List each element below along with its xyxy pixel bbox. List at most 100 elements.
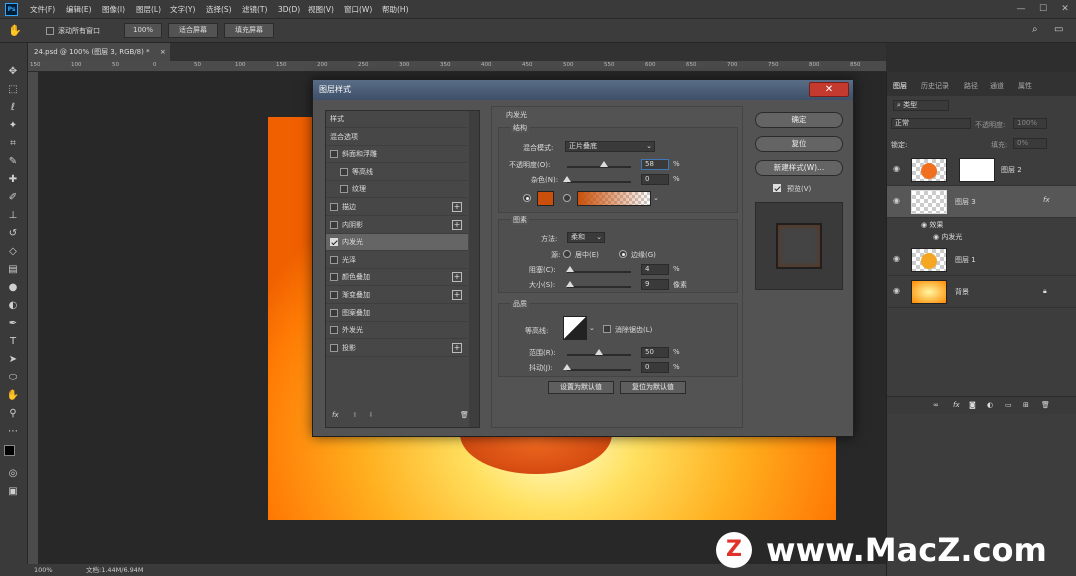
style-checkbox[interactable] bbox=[340, 185, 348, 194]
layer-row-3[interactable]: ◉ 图层 3 fx bbox=[887, 186, 1076, 218]
new-style-button[interactable]: 新建样式(W)... bbox=[755, 160, 843, 176]
delete-effect-icon[interactable]: 🗑︎ bbox=[460, 411, 469, 419]
style-item[interactable]: 斜面和浮雕 bbox=[326, 146, 468, 164]
tab-channels[interactable]: 通道 bbox=[990, 78, 1004, 94]
screen-mode-icon[interactable]: ▣ bbox=[6, 485, 20, 499]
visibility-eye-icon[interactable]: ◉ bbox=[893, 254, 903, 264]
tab-history[interactable]: 历史记录 bbox=[921, 78, 949, 94]
move-up-icon[interactable]: ⬆ bbox=[352, 411, 358, 419]
move-tool-icon[interactable]: ✥ bbox=[6, 65, 20, 79]
menu-item[interactable]: 帮助(H) bbox=[382, 0, 409, 19]
source-edge-radio[interactable] bbox=[619, 250, 627, 258]
fit-screen-button[interactable]: 适合屏幕 bbox=[168, 23, 218, 38]
menu-item[interactable]: 视图(V) bbox=[308, 0, 334, 19]
add-effect-plus-icon[interactable]: + bbox=[452, 219, 462, 230]
close-tab-icon[interactable]: × bbox=[160, 48, 166, 56]
hand-tool-icon[interactable]: ✋ bbox=[8, 24, 22, 37]
style-checkbox[interactable] bbox=[330, 291, 338, 299]
noise-slider[interactable] bbox=[563, 176, 631, 183]
fill-field[interactable]: 0% bbox=[1013, 138, 1047, 149]
style-item[interactable]: 样式 bbox=[326, 111, 468, 128]
style-item[interactable]: 等高线 bbox=[326, 164, 468, 181]
gradient-tool-icon[interactable]: ▤ bbox=[6, 263, 20, 277]
opacity-field[interactable]: 100% bbox=[1013, 118, 1047, 129]
tab-paths[interactable]: 路径 bbox=[964, 78, 978, 94]
style-checkbox[interactable] bbox=[330, 343, 338, 352]
foreground-color-swatch[interactable] bbox=[4, 445, 15, 456]
style-checkbox[interactable] bbox=[330, 220, 338, 229]
zoom-value-field[interactable]: 100% bbox=[124, 23, 162, 38]
menu-item[interactable]: 图层(L) bbox=[136, 0, 161, 19]
visibility-eye-icon[interactable]: ◉ bbox=[893, 164, 903, 174]
size-slider[interactable] bbox=[565, 281, 631, 288]
menu-item[interactable]: 3D(D) bbox=[278, 0, 300, 19]
magic-wand-tool-icon[interactable]: ✦ bbox=[6, 119, 20, 133]
style-item[interactable]: 投影 + bbox=[326, 340, 468, 357]
tab-layers[interactable]: 图层 bbox=[893, 78, 907, 94]
noise-slider-handle[interactable] bbox=[563, 176, 571, 182]
visibility-eye-icon[interactable]: ◉ bbox=[893, 196, 903, 206]
blend-mode-select[interactable]: 正片叠底 ⌄ bbox=[565, 141, 655, 152]
workspace-icon[interactable]: ▭ bbox=[1054, 24, 1063, 35]
style-checkbox[interactable] bbox=[330, 273, 338, 282]
add-mask-icon[interactable]: ◙ bbox=[969, 401, 976, 409]
choke-input[interactable]: 4 bbox=[641, 264, 669, 275]
brush-tool-icon[interactable]: ✐ bbox=[6, 191, 20, 205]
opacity-input[interactable]: 58 bbox=[641, 159, 669, 170]
shape-tool-icon[interactable]: ⬭ bbox=[6, 371, 20, 385]
hand-tool-icon[interactable]: ✋ bbox=[6, 389, 20, 403]
zoom-tool-icon[interactable]: ⚲ bbox=[6, 407, 20, 421]
style-item[interactable]: 外发光 bbox=[326, 322, 468, 340]
style-item[interactable]: 颜色叠加 + bbox=[326, 269, 468, 287]
chevron-down-icon[interactable]: ⌄ bbox=[653, 194, 659, 202]
path-selection-tool-icon[interactable]: ➤ bbox=[6, 353, 20, 367]
history-brush-tool-icon[interactable]: ↺ bbox=[6, 227, 20, 241]
status-zoom[interactable]: 100% bbox=[34, 564, 53, 576]
layer-row-1[interactable]: ◉ 图层 1 bbox=[887, 244, 1076, 276]
maximize-button[interactable]: ☐ bbox=[1034, 0, 1052, 19]
fx-badge[interactable]: fx bbox=[1043, 196, 1050, 204]
eyedropper-tool-icon[interactable]: ✎ bbox=[6, 155, 20, 169]
close-window-button[interactable]: ✕ bbox=[1056, 0, 1074, 19]
fx-menu-icon[interactable]: fx bbox=[332, 411, 339, 419]
style-checkbox[interactable] bbox=[330, 203, 338, 211]
add-effect-plus-icon[interactable]: + bbox=[452, 272, 462, 283]
lasso-tool-icon[interactable]: ℓ bbox=[6, 101, 20, 115]
crop-tool-icon[interactable]: ⌗ bbox=[6, 137, 20, 151]
pen-tool-icon[interactable]: ✒ bbox=[6, 317, 20, 331]
healing-tool-icon[interactable]: ✚ bbox=[6, 173, 20, 187]
style-item[interactable]: 光泽 bbox=[326, 252, 468, 269]
contour-picker[interactable] bbox=[563, 316, 587, 340]
opacity-slider[interactable] bbox=[567, 161, 631, 168]
blend-mode-select[interactable]: 正常 bbox=[891, 118, 971, 129]
style-item[interactable]: 内阴影 + bbox=[326, 217, 468, 234]
jitter-input[interactable]: 0 bbox=[641, 362, 669, 373]
style-checkbox[interactable] bbox=[340, 167, 348, 176]
solid-color-radio[interactable] bbox=[523, 194, 531, 202]
choke-slider[interactable] bbox=[565, 266, 631, 273]
style-checkbox[interactable] bbox=[330, 238, 338, 247]
style-checkbox[interactable] bbox=[330, 255, 338, 264]
antialias-checkbox[interactable] bbox=[603, 325, 611, 333]
reset-default-button[interactable]: 复位为默认值 bbox=[620, 381, 686, 394]
menu-item[interactable]: 选择(S) bbox=[206, 0, 232, 19]
style-item[interactable]: 内发光 bbox=[326, 234, 468, 252]
glow-color-swatch[interactable] bbox=[537, 191, 554, 206]
menu-item[interactable]: 编辑(E) bbox=[66, 0, 92, 19]
layer-filter-input[interactable]: ⌕ 类型 bbox=[893, 100, 949, 111]
size-input[interactable]: 9 bbox=[641, 279, 669, 290]
menu-item[interactable]: 文字(Y) bbox=[170, 0, 195, 19]
layer-row-background[interactable]: ◉ 背景 🔒︎ bbox=[887, 276, 1076, 308]
preview-checkbox[interactable] bbox=[773, 184, 781, 192]
style-item[interactable]: 纹理 bbox=[326, 181, 468, 199]
jitter-slider-handle[interactable] bbox=[563, 364, 571, 370]
size-slider-handle[interactable] bbox=[565, 281, 574, 287]
style-checkbox[interactable] bbox=[330, 308, 338, 317]
add-effect-plus-icon[interactable]: + bbox=[452, 342, 462, 353]
type-tool-icon[interactable]: T bbox=[6, 335, 20, 349]
ok-button[interactable]: 确定 bbox=[755, 112, 843, 128]
add-style-icon[interactable]: fx bbox=[953, 401, 960, 409]
add-effect-plus-icon[interactable]: + bbox=[452, 202, 462, 212]
menu-item[interactable]: 图像(I) bbox=[102, 0, 125, 19]
style-item[interactable]: 描边 + bbox=[326, 199, 468, 216]
